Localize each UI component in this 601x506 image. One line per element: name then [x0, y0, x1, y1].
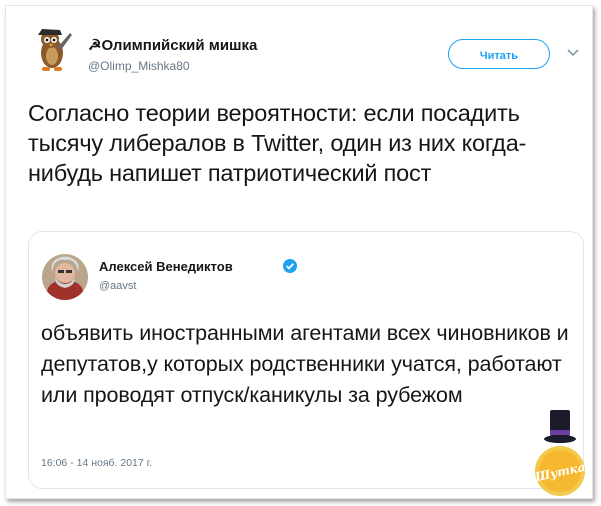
- verified-badge-icon: [283, 259, 297, 273]
- quoted-author-name[interactable]: Алексей Венедиктов: [99, 259, 233, 274]
- watermark-logo: Шутка: [533, 446, 587, 496]
- author-name[interactable]: ☭Олимпийский мишка: [88, 36, 257, 54]
- tweet-text: Согласно теории вероятности: если посади…: [28, 100, 527, 186]
- tweet-timestamp[interactable]: 16:06 - 14 нояб. 2017 г.: [41, 457, 152, 469]
- quoted-author-avatar[interactable]: [42, 254, 88, 300]
- chevron-down-icon[interactable]: [566, 46, 580, 60]
- tweet-card: ☭Олимпийский мишка @Olimp_Mishka80 Читат…: [5, 5, 593, 499]
- author-handle[interactable]: @Olimp_Mishka80: [88, 59, 190, 73]
- quoted-tweet[interactable]: Алексей Венедиктов @aavst объявить иност…: [28, 231, 584, 489]
- top-hat-icon: [544, 410, 576, 443]
- quoted-tweet-text: объявить иностранными агентами всех чино…: [41, 321, 569, 407]
- author-avatar[interactable]: [28, 23, 78, 73]
- quoted-author-handle[interactable]: @aavst: [99, 280, 136, 292]
- follow-button[interactable]: Читать: [448, 39, 550, 69]
- hammer-sickle-icon: ☭: [88, 37, 102, 54]
